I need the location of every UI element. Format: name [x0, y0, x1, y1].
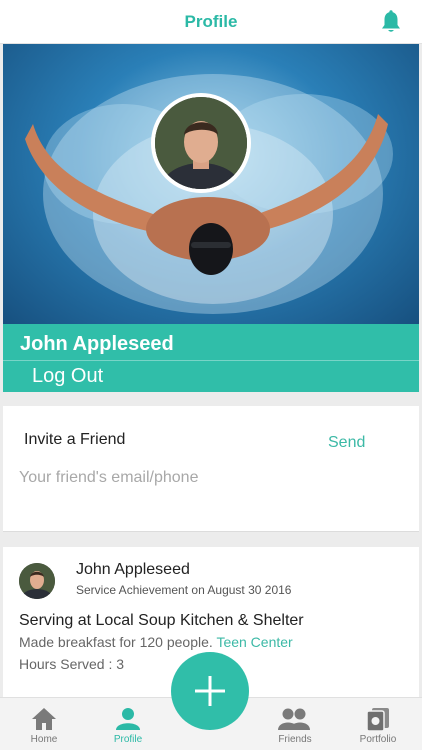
- invite-card: Invite a Friend Send: [3, 406, 419, 532]
- add-button[interactable]: [171, 652, 249, 730]
- profile-avatar[interactable]: [151, 93, 251, 193]
- tab-profile[interactable]: Profile: [86, 698, 170, 750]
- top-header: Profile: [0, 0, 422, 44]
- feed-title: Serving at Local Soup Kitchen & Shelter: [19, 612, 304, 629]
- feed-hours: Hours Served : 3: [19, 656, 125, 672]
- feed-subtitle: Service Achievement on August 30 2016: [76, 583, 292, 597]
- invite-input[interactable]: [19, 464, 399, 492]
- feed-description-text: Made breakfast for 120 people.: [19, 634, 213, 650]
- home-icon: [32, 708, 56, 730]
- invite-title: Invite a Friend: [24, 431, 126, 448]
- profile-name-band: John Appleseed Log Out: [3, 324, 419, 392]
- send-button[interactable]: Send: [328, 434, 365, 452]
- friends-icon: [278, 708, 310, 730]
- tab-home[interactable]: Home: [2, 698, 86, 750]
- tab-friends-label: Friends: [278, 734, 312, 745]
- portfolio-icon: [366, 708, 389, 732]
- user-name: John Appleseed: [20, 333, 174, 355]
- cover-photo: [3, 44, 419, 324]
- person-icon: [116, 708, 140, 730]
- tab-profile-label: Profile: [113, 734, 143, 745]
- page-title: Profile: [184, 12, 238, 31]
- tab-portfolio[interactable]: Portfolio: [336, 698, 420, 750]
- feed-description: Made breakfast for 120 people. Teen Cent…: [19, 634, 293, 650]
- tab-friends[interactable]: Friends: [253, 698, 337, 750]
- avatar[interactable]: [19, 563, 55, 599]
- teen-center-link[interactable]: Teen Center: [216, 634, 292, 650]
- tab-portfolio-label: Portfolio: [359, 734, 397, 745]
- feed-user-name: John Appleseed: [76, 561, 190, 578]
- bell-icon[interactable]: [380, 10, 402, 34]
- divider: [3, 360, 419, 361]
- logout-button[interactable]: Log Out: [32, 365, 103, 388]
- plus-icon: [195, 676, 225, 706]
- tab-home-label: Home: [30, 734, 58, 745]
